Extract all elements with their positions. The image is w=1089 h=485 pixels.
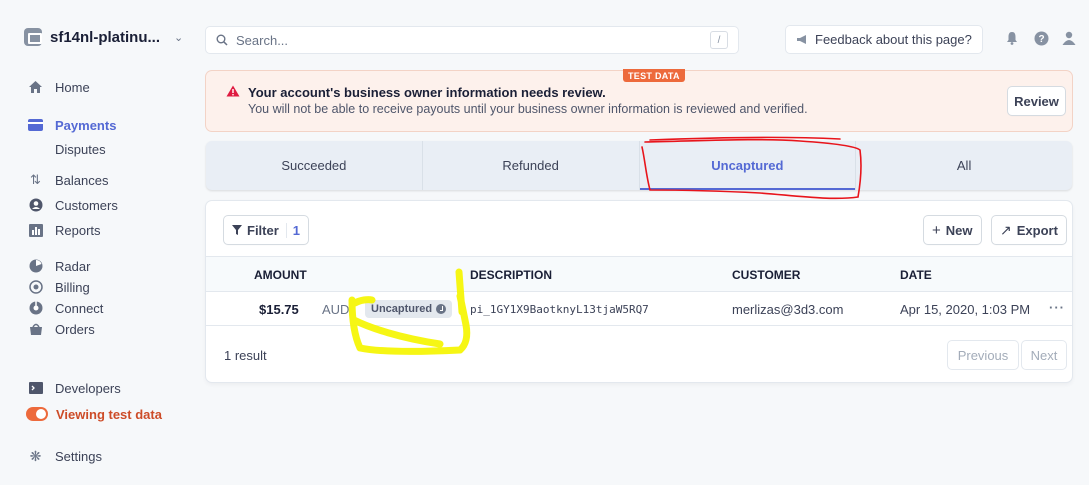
filter-count: 1: [285, 222, 300, 238]
reports-icon: [28, 223, 43, 238]
sidebar-item-label: Connect: [55, 300, 104, 316]
chevron-down-icon: ⌄: [174, 31, 184, 44]
balances-icon: ⇅: [30, 172, 41, 187]
billing-icon: [28, 280, 43, 295]
more-actions-icon[interactable]: ···: [1049, 300, 1065, 315]
row-amount: $15.75: [259, 302, 299, 317]
clock-icon: [436, 304, 447, 314]
tab-succeeded[interactable]: Succeeded: [206, 141, 423, 190]
export-button[interactable]: ↗ Export: [992, 216, 1066, 244]
feedback-button[interactable]: Feedback about this page?: [786, 26, 982, 53]
customers-icon: [28, 198, 43, 213]
row-customer: merlizas@3d3.com: [732, 302, 844, 317]
sidebar-item-reports[interactable]: Reports: [28, 220, 101, 240]
table-row[interactable]: $15.75 AUD Uncaptured pi_1GY1X9BaotknyL1…: [206, 292, 1072, 326]
row-currency: AUD: [322, 302, 350, 317]
row-description: pi_1GY1X9BaotknyL13tjaW5RQ7: [470, 303, 649, 316]
sidebar-item-payments[interactable]: Payments: [28, 115, 116, 135]
sidebar-item-label: Developers: [55, 380, 121, 396]
new-label: New: [945, 222, 973, 238]
column-header-description[interactable]: DESCRIPTION: [470, 268, 552, 282]
connect-icon: [28, 301, 43, 316]
new-button[interactable]: + New: [924, 216, 981, 244]
column-header-date[interactable]: DATE: [900, 268, 932, 282]
account-switcher[interactable]: sf14nl-platinu... ⌄: [24, 24, 183, 50]
sidebar-item-label: Billing: [55, 279, 90, 295]
row-date: Apr 15, 2020, 1:03 PM: [900, 302, 1031, 317]
warning-icon: [226, 85, 240, 100]
tab-all[interactable]: All: [856, 141, 1072, 190]
status-badge: Uncaptured: [365, 300, 453, 318]
svg-text:?: ?: [1038, 34, 1044, 45]
search-shortcut-key: /: [710, 31, 728, 49]
filter-label: Filter: [247, 222, 279, 238]
export-label: Export: [1016, 222, 1058, 238]
search-icon: [216, 34, 228, 46]
account-icon: [24, 28, 42, 46]
sidebar: sf14nl-platinu... ⌄ Home Payments Disput…: [0, 0, 200, 485]
help-icon[interactable]: ?: [1031, 28, 1051, 48]
sidebar-item-developers[interactable]: Developers: [28, 378, 121, 398]
sidebar-item-radar[interactable]: Radar: [28, 256, 90, 276]
arrow-up-right-icon: ↗: [1000, 221, 1012, 238]
sidebar-item-label: Settings: [55, 448, 102, 464]
home-icon: [28, 80, 43, 95]
next-page-button[interactable]: Next: [1022, 341, 1066, 369]
tab-refunded[interactable]: Refunded: [423, 141, 640, 190]
megaphone-icon: [797, 35, 806, 44]
sidebar-item-label: Viewing test data: [56, 406, 162, 422]
feedback-label: Feedback about this page?: [815, 32, 972, 47]
banner-title: Your account's business owner informatio…: [248, 85, 606, 100]
payments-icon: [28, 118, 43, 133]
radar-icon: [28, 259, 43, 274]
plus-icon: +: [932, 221, 941, 239]
sidebar-item-label: Reports: [55, 222, 101, 238]
toggle-icon[interactable]: [26, 407, 48, 421]
payment-status-tabs: Succeeded Refunded Uncaptured All: [206, 141, 1072, 190]
sidebar-item-label: Payments: [55, 117, 117, 133]
sidebar-item-label: Balances: [55, 172, 109, 188]
status-label: Uncaptured: [371, 303, 433, 315]
banner-message: You will not be able to receive payouts …: [248, 102, 808, 116]
test-data-badge: TEST DATA: [623, 69, 685, 82]
sidebar-item-label: Home: [55, 79, 90, 95]
sidebar-item-disputes[interactable]: Disputes: [55, 142, 106, 157]
column-header-amount[interactable]: AMOUNT: [254, 268, 307, 282]
filter-icon: [232, 225, 242, 235]
sidebar-item-label: Customers: [55, 197, 118, 213]
account-name: sf14nl-platinu...: [50, 28, 161, 46]
sidebar-item-customers[interactable]: Customers: [28, 195, 118, 215]
sidebar-item-billing[interactable]: Billing: [28, 277, 90, 297]
column-header-customer[interactable]: CUSTOMER: [732, 268, 800, 282]
orders-icon: [28, 322, 43, 337]
review-button[interactable]: Review: [1008, 87, 1065, 115]
sidebar-item-connect[interactable]: Connect: [28, 298, 103, 318]
tab-uncaptured[interactable]: Uncaptured: [639, 141, 857, 190]
user-profile-icon[interactable]: [1059, 28, 1079, 48]
sidebar-item-settings[interactable]: ❋ Settings: [28, 446, 102, 466]
sidebar-item-orders[interactable]: Orders: [28, 319, 95, 339]
sidebar-item-label: Orders: [55, 321, 95, 337]
gear-icon: ❋: [29, 447, 42, 464]
sidebar-item-test-data-toggle[interactable]: Viewing test data: [26, 404, 162, 424]
search-bar[interactable]: Search... /: [206, 27, 738, 53]
search-input[interactable]: Search...: [236, 33, 702, 48]
previous-page-button[interactable]: Previous: [948, 341, 1018, 369]
sidebar-item-home[interactable]: Home: [28, 77, 90, 97]
sidebar-item-label: Radar: [55, 258, 91, 274]
bell-icon[interactable]: [1002, 28, 1022, 48]
table-header: AMOUNT DESCRIPTION CUSTOMER DATE: [206, 256, 1072, 292]
filter-button[interactable]: Filter 1: [224, 216, 309, 244]
payments-table-card: Filter 1 + New ↗ Export AMOUNT DESCRIPTI…: [206, 201, 1072, 382]
developers-icon: [28, 381, 43, 396]
result-count: 1 result: [224, 348, 267, 363]
sidebar-item-balances[interactable]: ⇅ Balances: [28, 170, 108, 190]
